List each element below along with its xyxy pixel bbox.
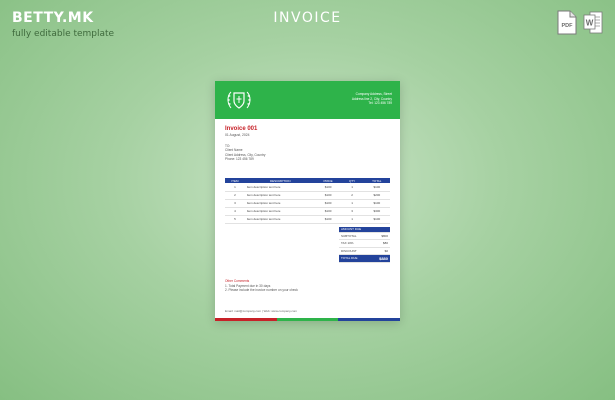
table-cell: 5	[225, 215, 245, 224]
company-info-line: Company Address, Street	[355, 92, 392, 96]
total-due-row: TOTAL DUE $880	[339, 254, 390, 263]
discount-value: $0	[368, 247, 390, 255]
tax-row: TAX 10% $80	[339, 239, 390, 248]
pdf-icon: PDF	[557, 10, 577, 35]
company-info-line: Tel: 123 456 789	[368, 101, 392, 106]
subtotal-label: SUBTOTAL	[339, 232, 369, 240]
tax-value: $80	[368, 239, 390, 248]
laurel-shield-logo-icon	[225, 88, 253, 112]
table-cell: $100	[315, 191, 341, 200]
word-icon: W	[583, 10, 603, 35]
table-row: 2 Item description text here $100 2 $200	[225, 191, 390, 200]
table-cell: $100	[315, 207, 341, 216]
table-row: 4 Item description text here $100 3 $300	[225, 207, 390, 216]
table-cell: 2	[340, 191, 364, 200]
table-cell: 2	[225, 191, 245, 200]
footer-contact: Email: mail@company.com | Web: www.compa…	[225, 309, 298, 313]
footer-color-bar	[215, 318, 401, 321]
table-row: 5 Item description text here $100 1 $100	[225, 215, 390, 224]
table-cell: $100	[315, 215, 341, 224]
table-cell: $100	[363, 199, 390, 208]
table-cell: $100	[315, 199, 341, 208]
total-due-value: $880	[368, 254, 390, 263]
table-cell: Item description text here	[244, 191, 316, 200]
page-title: INVOICE	[273, 10, 342, 26]
table-cell: Item description text here	[244, 215, 316, 224]
invoice-title: Invoice 001	[225, 126, 258, 132]
subtotal-value: $800	[368, 232, 390, 240]
table-cell: $200	[363, 191, 390, 200]
subtotal-row: SUBTOTAL $800	[339, 232, 390, 240]
totals-table: AMOUNT DUE SUBTOTAL $800 TAX 10% $80 DIS…	[339, 227, 390, 263]
table-cell: Item description text here	[244, 207, 316, 216]
table-cell: 3	[225, 199, 245, 208]
discount-label: DISCOUNT	[339, 247, 369, 255]
table-cell: Item description text here	[244, 183, 316, 192]
table-row: 1 Item description text here $100 1 $100	[225, 183, 390, 192]
tax-label: TAX 10%	[339, 239, 369, 248]
bill-to-line: Phone: 123 456 789	[225, 157, 254, 162]
table-cell: $100	[363, 215, 390, 224]
comments-line: 2. Please include the invoice number on …	[225, 288, 298, 293]
comments-block: Other Comments 1. Total Payment due in 3…	[225, 279, 298, 293]
table-cell: $100	[363, 183, 390, 192]
footer-bar-blue	[338, 318, 401, 321]
invoice-document: Company Address, Street Address line 2, …	[215, 81, 401, 321]
table-cell: 1	[340, 215, 364, 224]
invoice-date: 01 August, 2024	[225, 133, 250, 137]
invoice-header: Company Address, Street Address line 2, …	[215, 81, 400, 119]
table-cell: Item description text here	[244, 199, 316, 208]
company-info: Company Address, Street Address line 2, …	[352, 92, 392, 106]
table-cell: 1	[340, 199, 364, 208]
total-due-label: TOTAL DUE	[339, 254, 369, 263]
table-cell: 1	[340, 183, 364, 192]
table-row: 3 Item description text here $100 1 $100	[225, 199, 390, 208]
brand-tagline: fully editable template	[12, 29, 115, 39]
word-icon-label: W	[586, 19, 594, 28]
file-format-icons: PDF W	[557, 10, 603, 35]
footer-bar-green	[276, 318, 339, 321]
table-cell: 1	[225, 183, 245, 192]
table-cell: 3	[340, 207, 364, 216]
items-table: ITEM DESCRIPTION PRICE QTY TOTAL 1 Item …	[225, 178, 390, 224]
table-cell: $100	[315, 183, 341, 192]
table-cell: $300	[363, 207, 390, 216]
bill-to-block: TO: Client Name Client Address, City, Co…	[225, 144, 266, 162]
discount-row: DISCOUNT $0	[339, 247, 390, 255]
footer-bar-red	[215, 318, 277, 321]
table-cell: 4	[225, 207, 245, 216]
pdf-icon-label: PDF	[562, 23, 574, 29]
